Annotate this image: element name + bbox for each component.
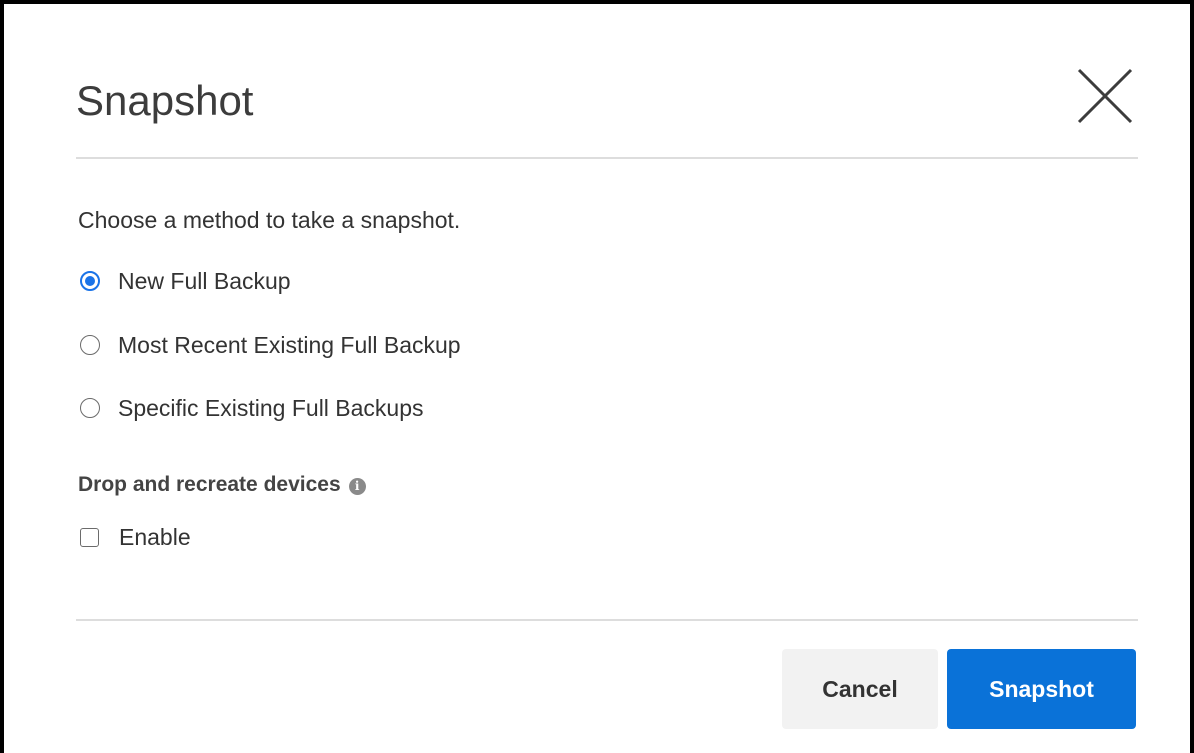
cancel-button[interactable]: Cancel <box>782 649 938 729</box>
devices-section-title: Drop and recreate devices <box>78 473 341 496</box>
option-label: New Full Backup <box>118 268 291 294</box>
enable-checkbox-row[interactable]: Enable <box>80 521 191 553</box>
snapshot-dialog: Snapshot Choose a method to take a snaps… <box>0 0 1194 753</box>
radio-button-selected[interactable] <box>80 271 100 291</box>
radio-button[interactable] <box>80 335 100 355</box>
info-icon[interactable]: i <box>348 477 366 495</box>
snapshot-button[interactable]: Snapshot <box>947 649 1136 729</box>
option-label: Specific Existing Full Backups <box>118 395 424 421</box>
close-button[interactable] <box>1071 62 1139 130</box>
header-divider <box>76 157 1138 159</box>
option-new-full-backup[interactable]: New Full Backup <box>78 265 291 297</box>
option-most-recent-existing-full-backup[interactable]: Most Recent Existing Full Backup <box>78 329 461 361</box>
option-specific-existing-full-backups[interactable]: Specific Existing Full Backups <box>78 392 424 424</box>
instructions-text: Choose a method to take a snapshot. <box>78 207 461 233</box>
enable-label: Enable <box>119 524 191 550</box>
dialog-title: Snapshot <box>76 77 254 124</box>
radio-button[interactable] <box>80 398 100 418</box>
dialog-header: Snapshot <box>4 4 1190 159</box>
footer-divider <box>76 619 1138 621</box>
close-icon <box>1077 68 1133 124</box>
devices-section-label: Drop and recreate devices i <box>78 471 366 499</box>
enable-checkbox[interactable] <box>80 527 99 547</box>
option-label: Most Recent Existing Full Backup <box>118 332 461 358</box>
